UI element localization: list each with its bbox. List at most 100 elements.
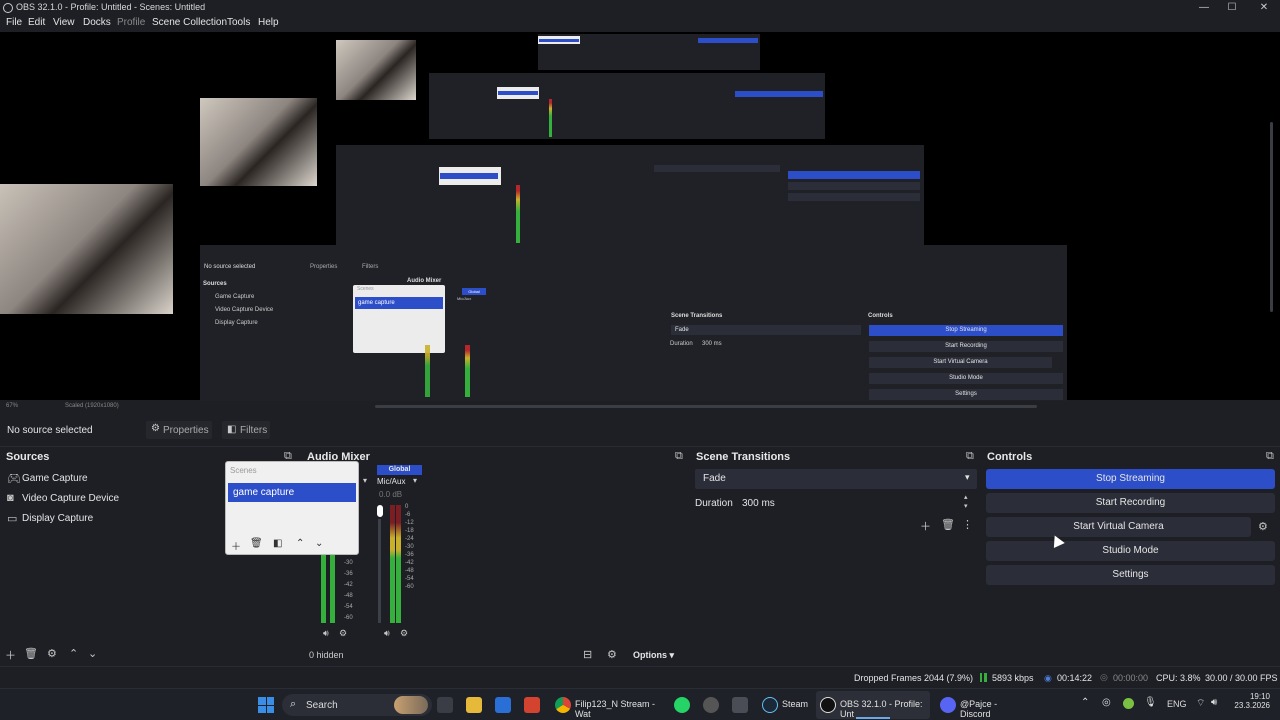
scene-item-game-capture[interactable]: game capture (228, 483, 356, 502)
volume-slider-handle[interactable] (377, 505, 383, 517)
settings-button[interactable]: Settings (986, 565, 1275, 585)
speaker-icon[interactable]: 🔊︎ (384, 628, 390, 639)
menu-view[interactable]: View (53, 17, 75, 28)
nvidia-icon[interactable] (1123, 698, 1134, 709)
task-view-icon[interactable] (437, 697, 453, 713)
tray-icon[interactable]: ◎ (1102, 697, 1111, 708)
transition-select[interactable]: Fade ▾ (695, 469, 977, 489)
dock-float-icon[interactable]: ⧉ (966, 450, 974, 463)
virtual-camera-settings-icon[interactable]: ⚙ (1258, 520, 1268, 533)
preview-vscrollbar[interactable] (1270, 122, 1273, 312)
settings-icon[interactable]: ⚙ (400, 628, 408, 639)
remove-scene-icon[interactable]: 🗑︎ (250, 538, 263, 549)
taskbar-steam[interactable]: Steam (760, 691, 812, 719)
menu-help[interactable]: Help (258, 17, 279, 28)
audio-mixer-dock: Audio Mixer ⧉ Global Mic/Aux ▾ ▾ 0.0 dB … (301, 447, 689, 665)
nested2-bar-2 (788, 182, 920, 190)
maximize-button[interactable]: ☐ (1216, 0, 1248, 16)
clock[interactable]: 19:10 23.3.2026 (1232, 692, 1270, 710)
filters-button[interactable]: ◧ Filters (222, 421, 270, 439)
taskbar-search[interactable]: ⌕ Search (282, 694, 432, 716)
settings-icon[interactable]: ⚙ (339, 628, 347, 639)
preview-scale[interactable]: Scaled (1920x1080) (65, 403, 119, 409)
scene-filters-icon[interactable]: ◧ (273, 538, 282, 549)
chevron-up-icon[interactable]: ▴ (964, 493, 968, 501)
scenes-header: Scenes (230, 466, 257, 475)
menu-scene-collection[interactable]: Scene Collection (152, 17, 227, 28)
nested-obs-window-level4 (538, 34, 760, 70)
studio-mode-button[interactable]: Studio Mode (986, 541, 1275, 561)
chatgpt-icon[interactable] (703, 697, 719, 713)
menu-docks[interactable]: Docks (83, 17, 111, 28)
nested-filters-tab: Filters (362, 264, 379, 270)
wifi-icon[interactable]: ⌔ (1196, 697, 1205, 710)
nested-obs-window-level2 (336, 145, 924, 245)
speaker-icon[interactable]: 🔊︎ (323, 628, 329, 639)
bitrate: 5893 kbps (992, 673, 1034, 683)
chevron-up-icon[interactable]: ⌃ (1081, 697, 1089, 708)
language-indicator[interactable]: ENG (1167, 699, 1187, 709)
clock-time: 19:10 (1249, 692, 1270, 701)
options-button[interactable]: Options ▾ (633, 650, 674, 661)
properties-button[interactable]: ⚙ Properties (146, 421, 212, 439)
file-explorer-icon[interactable] (466, 697, 482, 713)
preview-zoom[interactable]: 67% (6, 403, 18, 409)
add-transition-icon[interactable]: ＋ (920, 518, 931, 534)
mic-aux-label[interactable]: Mic/Aux (377, 477, 405, 486)
nested-transition-select: Fade (671, 325, 861, 335)
filters-label: Filters (240, 425, 268, 436)
menu-file[interactable]: File (6, 17, 22, 28)
add-source-icon[interactable]: ＋ (5, 647, 16, 663)
preview-canvas[interactable]: No source selected Properties Filters So… (0, 32, 1280, 409)
taskbar-discord[interactable]: @Pajce - Discord (938, 691, 1030, 719)
controls-title: Controls (987, 451, 1033, 463)
source-settings-icon[interactable]: ⚙ (47, 647, 57, 660)
store-icon[interactable] (495, 697, 511, 713)
layout-icon[interactable]: ⊟ (583, 648, 592, 661)
nested-obs-window-level3 (429, 73, 825, 139)
dock-float-icon[interactable]: ⧉ (675, 450, 683, 463)
obs-logo-icon (3, 3, 13, 13)
taskbar-chrome[interactable]: Filip123_N Stream - Wat (553, 691, 665, 719)
mixer-settings-icon[interactable]: ⚙ (607, 648, 617, 661)
nested-properties-tab: Properties (310, 264, 338, 270)
menu-profile[interactable]: Profile (117, 17, 145, 28)
clock-date: 23.3.2026 (1234, 701, 1270, 710)
cpu-usage: CPU: 3.8% (1156, 673, 1201, 683)
calculator-icon[interactable] (732, 697, 748, 713)
dock-float-icon[interactable]: ⧉ (1266, 450, 1274, 463)
remove-source-icon[interactable]: 🗑︎ (24, 647, 38, 660)
db-scale-left: -30 -36 -42 -48 -54 -60 (344, 560, 353, 621)
chevron-down-icon[interactable]: ▾ (964, 502, 968, 510)
app-icon[interactable] (524, 697, 540, 713)
duration-input[interactable]: 300 ms ▴ ▾ (736, 493, 977, 513)
menu-tools[interactable]: Tools (227, 17, 250, 28)
start-virtual-camera-button[interactable]: Start Virtual Camera (986, 517, 1251, 537)
mic-icon[interactable]: 🎙︎ (1144, 697, 1157, 708)
chevron-down-icon[interactable]: ▾ (413, 476, 417, 485)
discord-icon (940, 697, 956, 713)
chevron-down-icon[interactable]: ▾ (363, 476, 367, 485)
no-source-label: No source selected (7, 425, 93, 436)
search-icon: ⌕ (290, 698, 297, 710)
menu-edit[interactable]: Edit (28, 17, 45, 28)
windows-start-icon[interactable] (258, 697, 274, 713)
signal-icon (980, 673, 987, 682)
more-options-icon[interactable]: ⋮ (962, 518, 973, 531)
taskbar-label: Steam (782, 699, 809, 709)
preview-scrollbar[interactable] (375, 405, 1037, 408)
volume-slider-track[interactable] (378, 519, 381, 623)
move-down-icon[interactable]: ⌄ (315, 538, 323, 549)
stop-streaming-button[interactable]: Stop Streaming (986, 469, 1275, 489)
start-recording-button[interactable]: Start Recording (986, 493, 1275, 513)
whatsapp-icon[interactable] (674, 697, 690, 713)
move-up-icon[interactable]: ⌃ (296, 538, 304, 549)
remove-transition-icon[interactable]: 🗑︎ (941, 518, 955, 531)
volume-icon[interactable]: 🔊︎ (1211, 697, 1217, 708)
move-up-icon[interactable]: ⌃ (69, 647, 78, 660)
close-button[interactable]: ✕ (1248, 0, 1280, 16)
taskbar-obs[interactable]: OBS 32.1.0 - Profile: Unt (816, 691, 930, 719)
add-scene-icon[interactable]: ＋ (231, 538, 241, 553)
move-down-icon[interactable]: ⌄ (88, 647, 97, 660)
controls-dock: Controls ⧉ Stop Streaming Start Recordin… (981, 447, 1280, 665)
